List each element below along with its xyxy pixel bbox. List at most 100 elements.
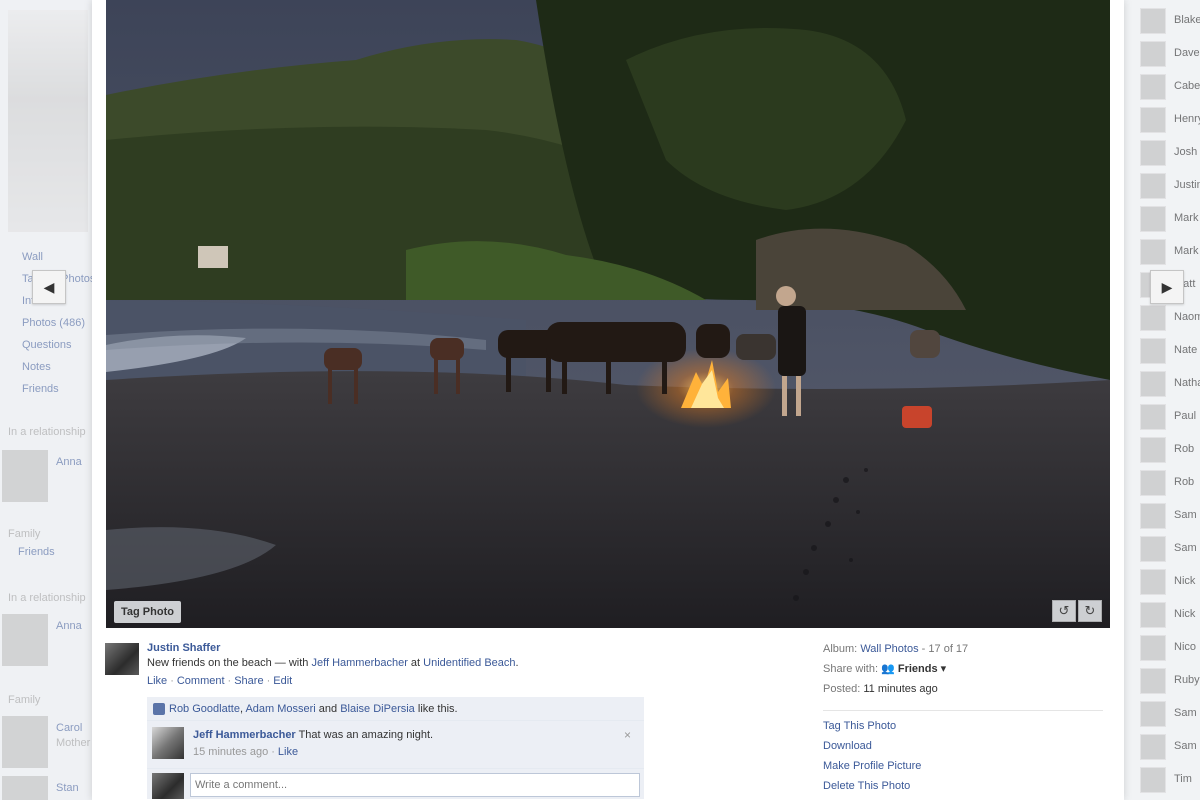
chat-avatar — [1140, 437, 1166, 463]
share-row: Share with: 👥 Friends ▾ — [823, 662, 1103, 682]
beach-photo-image — [106, 0, 1110, 628]
chat-friend[interactable]: Sam — [1140, 503, 1200, 529]
share-link[interactable]: Share — [234, 675, 263, 687]
chat-friend[interactable]: Josh — [1140, 140, 1200, 166]
chat-friend[interactable]: Sam — [1140, 536, 1200, 562]
chat-avatar — [1140, 371, 1166, 397]
chat-friend[interactable]: Ruby — [1140, 668, 1200, 694]
chat-avatar — [1140, 8, 1166, 34]
author-name[interactable]: Justin Shaffer — [147, 642, 220, 654]
chat-friend[interactable]: Mark — [1140, 206, 1200, 232]
friends-link[interactable]: Friends — [18, 546, 55, 558]
chat-friend[interactable]: Nick — [1140, 569, 1200, 595]
rotate-left-icon[interactable]: ↺ — [1052, 600, 1076, 622]
comment-composer: Write a comment... — [147, 769, 644, 799]
chat-friend[interactable]: Naomi — [1140, 305, 1200, 331]
make-profile-picture-link[interactable]: Make Profile Picture — [823, 759, 1103, 779]
arrow-right-icon[interactable]: ▶ — [1150, 270, 1184, 304]
rotate-right-icon[interactable]: ↻ — [1078, 600, 1102, 622]
chat-friend[interactable]: Sam — [1140, 701, 1200, 727]
friend-thumb[interactable] — [2, 776, 48, 800]
chat-friend[interactable]: Blake — [1140, 8, 1200, 34]
location-link[interactable]: Unidentified Beach — [423, 657, 515, 669]
chat-friend-name: Sam — [1174, 707, 1197, 719]
chat-friend[interactable]: Paul — [1140, 404, 1200, 430]
chat-avatar — [1140, 140, 1166, 166]
chat-friend[interactable]: Rob — [1140, 470, 1200, 496]
caption-with: — with — [271, 657, 312, 669]
chat-sidebar: BlakeDaveCabeHenryJoshJustinMarkMarkMatt… — [1124, 0, 1200, 800]
delete-photo-link[interactable]: Delete This Photo — [823, 779, 1103, 799]
chat-avatar — [1140, 338, 1166, 364]
chat-friend[interactable]: Nate — [1140, 338, 1200, 364]
chat-friend-name: Blake — [1174, 14, 1200, 26]
photo[interactable]: Tag Photo ↺ ↻ — [106, 0, 1110, 628]
tag-photo-button[interactable]: Tag Photo — [114, 601, 181, 623]
chat-avatar — [1140, 767, 1166, 793]
chat-friend[interactable]: Nick — [1140, 602, 1200, 628]
tag-this-photo-link[interactable]: Tag This Photo — [823, 719, 1103, 739]
chat-avatar — [1140, 107, 1166, 133]
friend-thumb[interactable] — [2, 450, 48, 502]
close-icon[interactable]: × — [624, 728, 631, 742]
nav-notes[interactable]: Notes — [8, 356, 92, 378]
chat-avatar — [1140, 305, 1166, 331]
download-link[interactable]: Download — [823, 739, 1103, 759]
chat-friend[interactable]: Sam — [1140, 734, 1200, 760]
likes-summary: Rob Goodlatte, Adam Mosseri and Blaise D… — [147, 697, 644, 721]
privacy-selector[interactable]: 👥 Friends ▾ — [881, 663, 946, 675]
like-link[interactable]: Like — [147, 675, 167, 687]
chat-friend-name: Rob — [1174, 476, 1195, 488]
tagged-person-link[interactable]: Jeff Hammerbacher — [311, 657, 407, 669]
chat-friend[interactable]: Justin — [1140, 173, 1200, 199]
chat-friend[interactable]: Henry — [1140, 107, 1200, 133]
chat-avatar — [1140, 206, 1166, 232]
chat-friend[interactable]: Rob — [1140, 437, 1200, 463]
chat-friend[interactable]: Nathan — [1140, 371, 1200, 397]
nav-questions[interactable]: Questions — [8, 334, 92, 356]
friend-name[interactable]: Anna — [56, 456, 82, 468]
arrow-left-icon[interactable]: ◀ — [32, 270, 66, 304]
rotate-controls: ↺ ↻ — [1050, 600, 1102, 622]
nav-friends[interactable]: Friends — [8, 378, 92, 400]
liker-link[interactable]: Blaise DiPersia — [340, 703, 415, 715]
chat-friend-name: Mark — [1174, 245, 1199, 257]
comment-link[interactable]: Comment — [177, 675, 225, 687]
chat-friend[interactable]: Dave — [1140, 41, 1200, 67]
posted-row: Posted: 11 minutes ago — [823, 682, 1103, 702]
friend-name[interactable]: Stan — [56, 782, 79, 794]
chat-friend[interactable]: Tim — [1140, 767, 1200, 793]
nav-photos[interactable]: Photos (486) — [8, 312, 92, 334]
thumbs-up-icon — [153, 703, 165, 715]
caption-end: . — [515, 657, 519, 669]
friend-thumb[interactable] — [2, 614, 48, 666]
comment: Jeff Hammerbacher That was an amazing ni… — [147, 721, 644, 769]
photo-caption: New friends on the beach — with Jeff Ham… — [147, 657, 519, 669]
friend-name[interactable]: Anna — [56, 620, 82, 632]
chat-avatar — [1140, 41, 1166, 67]
chat-friend-name: Nick — [1174, 575, 1196, 587]
comment-time: 15 minutes ago — [193, 746, 269, 758]
chat-avatar — [1140, 602, 1166, 628]
liker-link[interactable]: Rob Goodlatte — [169, 703, 240, 715]
friend-name[interactable]: Carol — [56, 722, 82, 734]
chat-friend-name: Sam — [1174, 740, 1197, 752]
friend-thumb[interactable] — [2, 716, 48, 768]
nav-wall[interactable]: Wall — [8, 246, 92, 268]
author-avatar[interactable] — [105, 643, 139, 675]
chat-friend[interactable]: Mark — [1140, 239, 1200, 265]
comment-like-link[interactable]: Like — [278, 746, 298, 758]
privacy-value: Friends — [897, 663, 938, 675]
posted-label: Posted: — [823, 683, 861, 695]
commenter-name[interactable]: Jeff Hammerbacher — [193, 729, 296, 741]
comment-input[interactable]: Write a comment... — [190, 773, 640, 797]
liker-link[interactable]: Adam Mosseri — [245, 703, 315, 715]
album-link[interactable]: Wall Photos — [860, 643, 918, 655]
chat-avatar — [1140, 404, 1166, 430]
chat-friend[interactable]: Cabe — [1140, 74, 1200, 100]
chat-friend-name: Henry — [1174, 113, 1200, 125]
chat-friend[interactable]: Nico — [1140, 635, 1200, 661]
profile-picture — [8, 10, 88, 232]
commenter-avatar[interactable] — [152, 727, 184, 759]
edit-link[interactable]: Edit — [273, 675, 292, 687]
